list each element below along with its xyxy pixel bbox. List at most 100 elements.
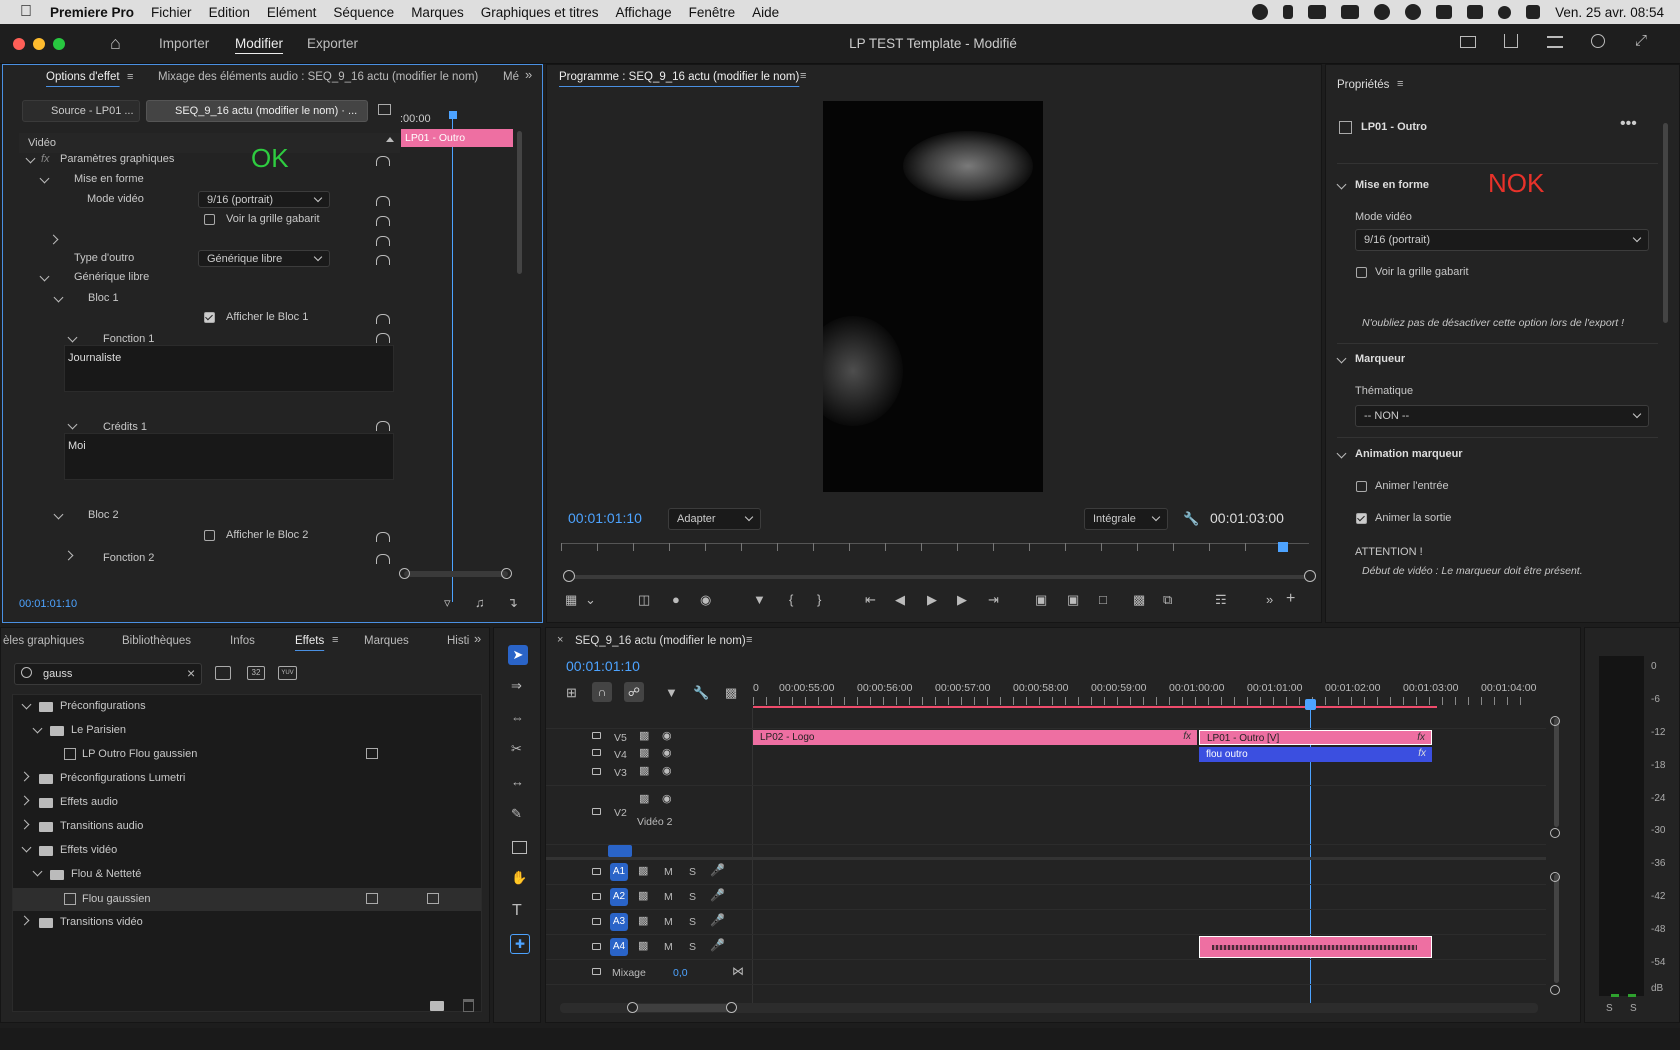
reset-icon[interactable] <box>376 255 390 265</box>
go-to-in-icon[interactable]: ⇤ <box>865 592 876 608</box>
camera-icon[interactable]: □ <box>1099 592 1107 607</box>
mise-en-forme-heading[interactable]: Mise en forme <box>1355 179 1429 191</box>
zoom-thumb[interactable] <box>632 1004 730 1012</box>
reset-icon[interactable] <box>376 196 390 206</box>
audio-clip-a4[interactable] <box>1199 936 1432 958</box>
eye-icon[interactable]: ◉ <box>662 729 672 742</box>
zoom-handle-left[interactable] <box>563 570 575 582</box>
mode-video-dropdown[interactable]: 9/16 (portrait) <box>1355 229 1649 251</box>
linked-selection-icon[interactable]: ☍ <box>624 682 644 702</box>
reset-icon[interactable] <box>376 156 390 166</box>
sync-lock-icon[interactable]: ▩ <box>639 729 649 742</box>
dropdown-icon[interactable]: ⌄ <box>585 592 596 608</box>
more-options-icon[interactable]: ••• <box>1620 115 1637 133</box>
reset-icon[interactable] <box>376 216 390 226</box>
grid-checkbox[interactable] <box>1356 267 1367 278</box>
scroll-handle[interactable] <box>1550 985 1560 995</box>
panel-menu-icon[interactable]: ≡ <box>800 70 806 82</box>
wifi-icon[interactable] <box>1467 5 1484 19</box>
lock-icon[interactable] <box>592 943 601 950</box>
lock-icon[interactable] <box>592 918 601 925</box>
pen-tool-icon[interactable]: ✎ <box>511 806 522 822</box>
mini-playhead-marker[interactable] <box>449 111 457 119</box>
lock-icon[interactable] <box>592 732 601 739</box>
tree-item-gaussian-blur[interactable]: Flou gaussien <box>82 893 151 905</box>
tab-libraries[interactable]: Bibliothèques <box>122 635 191 647</box>
mix-value[interactable]: 0,0 <box>673 967 688 979</box>
control-center-icon[interactable] <box>1526 5 1541 19</box>
tree-item-video-effects[interactable]: Effets vidéo <box>60 844 117 856</box>
marker-icon[interactable]: ▼ <box>753 592 766 607</box>
new-bin-icon[interactable] <box>430 1001 444 1011</box>
multicam-icon[interactable]: ▩ <box>1133 592 1145 608</box>
fx-icon[interactable]: fx <box>41 153 50 165</box>
accelerated-effects-icon[interactable] <box>215 666 231 680</box>
overflow-icon[interactable]: » <box>1266 592 1273 607</box>
ripple-edit-tool-icon[interactable]: ⇔ <box>511 710 524 725</box>
zoom-handle-left[interactable] <box>627 1002 638 1013</box>
track-select-tool-icon[interactable]: ⇒ <box>511 678 522 694</box>
panel-menu-icon[interactable]: ≡ <box>332 634 338 646</box>
ws-export[interactable]: Exporter <box>307 36 358 51</box>
drive-icon[interactable] <box>1341 5 1360 19</box>
chevron-down-icon[interactable] <box>21 699 32 710</box>
menu-fenetre[interactable]: Fenêtre <box>689 5 736 20</box>
spotlight-icon[interactable] <box>1498 5 1512 19</box>
32bit-effects-icon[interactable]: 32 <box>247 666 265 680</box>
rectangle-tool-icon[interactable] <box>512 841 527 854</box>
overflow-icon[interactable]: » <box>525 67 532 82</box>
mute-button[interactable]: M <box>664 941 673 953</box>
solo-button[interactable]: S <box>689 916 696 928</box>
collapse-icon[interactable] <box>386 137 394 142</box>
chevron-right-icon[interactable] <box>19 819 30 830</box>
solo-left-button[interactable]: S <box>1606 1003 1613 1014</box>
menu-element[interactable]: Elément <box>267 5 317 20</box>
selection-tool-icon[interactable]: ➤ <box>508 645 528 665</box>
track-a3-label[interactable]: A3 <box>610 913 628 931</box>
credits1-textarea[interactable]: Moi <box>64 433 394 480</box>
lock-icon[interactable] <box>592 893 601 900</box>
chevron-down-icon[interactable] <box>32 723 43 734</box>
reset-icon[interactable] <box>376 532 390 542</box>
properties-title[interactable]: Propriétés <box>1337 79 1389 91</box>
track-a4-label[interactable]: A4 <box>610 938 628 956</box>
marqueur-heading[interactable]: Marqueur <box>1355 353 1405 365</box>
audio-scrollbar[interactable] <box>1554 874 1559 983</box>
cloud-icon[interactable] <box>1308 5 1327 19</box>
add-marker-icon[interactable]: ▼ <box>665 685 678 700</box>
tab-markers[interactable]: Marques <box>364 635 409 647</box>
program-title[interactable]: Programme : SEQ_9_16 actu (modifier le n… <box>559 71 799 83</box>
selected-row[interactable]: Flou gaussien <box>13 888 481 911</box>
zoom-handle-right[interactable] <box>726 1002 737 1013</box>
razor-tool-icon[interactable]: ✂ <box>511 741 522 757</box>
mode-video-dropdown[interactable]: 9/16 (portrait) <box>198 191 330 208</box>
program-timecode[interactable]: 00:01:01:10 <box>568 510 642 526</box>
tree-item-video-transitions[interactable]: Transitions vidéo <box>60 916 143 928</box>
chevron-down-icon[interactable] <box>25 153 36 164</box>
solo-button[interactable]: S <box>689 891 696 903</box>
overflow-icon[interactable]: » <box>474 631 481 646</box>
chevron-down-icon[interactable] <box>32 866 43 877</box>
tab-history[interactable]: Histi <box>447 635 469 647</box>
zoom-handle-right[interactable] <box>1304 570 1316 582</box>
tree-item-blur-sharpen[interactable]: Flou & Netteté <box>71 868 141 880</box>
sync-lock-icon[interactable]: ▩ <box>638 914 648 927</box>
grid-checkbox[interactable] <box>204 214 215 225</box>
close-window-button[interactable] <box>13 38 25 50</box>
fonction1-textarea[interactable]: Journaliste <box>64 345 394 392</box>
filter-icon[interactable]: ▿ <box>444 595 451 611</box>
tab-effects[interactable]: Effets <box>295 635 324 647</box>
apple-menu-icon[interactable]:  <box>20 3 32 21</box>
sync-lock-icon[interactable]: ▩ <box>639 792 649 805</box>
sync-lock-icon[interactable]: ▩ <box>638 889 648 902</box>
chevron-down-icon[interactable] <box>39 173 50 184</box>
chevron-down-icon[interactable] <box>1336 179 1347 190</box>
scroll-handle[interactable] <box>1550 872 1560 882</box>
tree-item-lumetri[interactable]: Préconfigurations Lumetri <box>60 772 185 784</box>
in-point-icon[interactable]: { <box>789 592 793 607</box>
play-icon[interactable]: ▶ <box>927 592 937 608</box>
slip-tool-icon[interactable]: ↔ <box>511 774 524 789</box>
zoom-scrollbar[interactable] <box>569 575 1310 579</box>
tree-item-presets[interactable]: Préconfigurations <box>60 700 146 712</box>
toggle-proxy-icon[interactable]: ⧉ <box>1163 592 1172 608</box>
